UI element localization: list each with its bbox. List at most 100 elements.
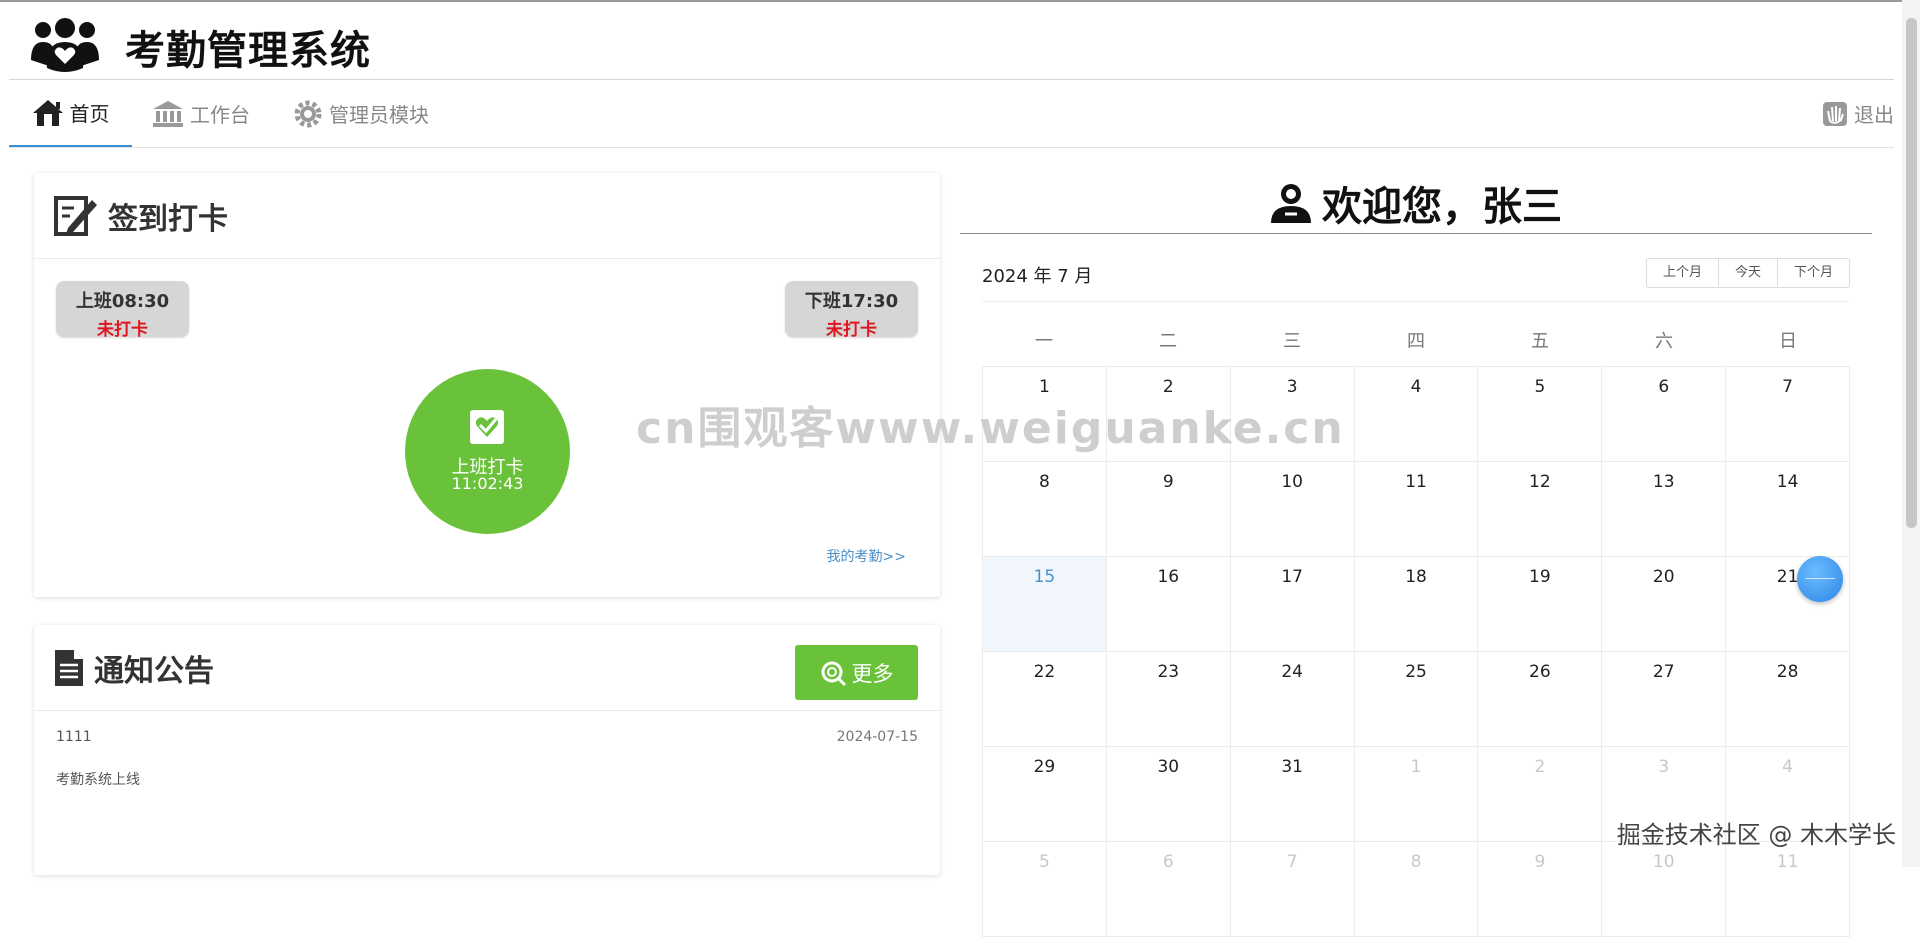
- calendar-day-cell[interactable]: 18: [1354, 557, 1479, 652]
- calendar-day-cell[interactable]: 28: [1726, 652, 1851, 747]
- calendar-title: 2024 年 7 月: [982, 266, 1093, 287]
- notice-title: 通知公告: [94, 653, 214, 689]
- checkbox-heart-icon: [470, 410, 504, 444]
- notice-item-date: 2024-07-15: [836, 729, 918, 745]
- off-duty-badge: 下班17:30 未打卡: [785, 281, 918, 340]
- calendar-day-cell[interactable]: 7: [1726, 367, 1851, 462]
- calendar-day-cell[interactable]: 8: [983, 462, 1107, 557]
- today-button[interactable]: 今天: [1719, 259, 1778, 287]
- welcome-text: 欢迎您，张三: [1322, 183, 1562, 230]
- calendar-day-cell[interactable]: 17: [1230, 557, 1355, 652]
- calendar-day-cell[interactable]: 31: [1230, 747, 1355, 842]
- calendar-day-cell[interactable]: 16: [1106, 557, 1231, 652]
- calendar-day-cell[interactable]: 1: [1354, 747, 1479, 842]
- calendar-day-cell[interactable]: 12: [1478, 462, 1603, 557]
- checkin-card: 签到打卡 上班08:30 未打卡 下班17:30 未打卡 上班打卡 11:02:…: [34, 173, 940, 597]
- weekday-header: 一二三四五六日: [982, 318, 1850, 366]
- weekday-label: 四: [1407, 331, 1425, 352]
- calendar-day-cell[interactable]: 1: [983, 367, 1107, 462]
- calendar-day-cell[interactable]: 4: [1354, 367, 1479, 462]
- my-attendance-link[interactable]: 我的考勤>>: [827, 546, 906, 566]
- nav-tab-workbench[interactable]: 工作台: [152, 80, 250, 147]
- checkin-card-header: 签到打卡: [34, 173, 940, 259]
- scrollbar-thumb[interactable]: [1906, 18, 1917, 528]
- punch-clock: 11:02:43: [451, 474, 524, 493]
- more-label: 更多: [851, 661, 894, 686]
- calendar-day-cell[interactable]: 27: [1602, 652, 1727, 747]
- weekday-label: 五: [1531, 331, 1549, 352]
- weekday-label: 一: [1035, 331, 1053, 352]
- notice-card: 通知公告 更多 1111 2024-07-15 考勤系统上线: [34, 625, 940, 875]
- checkin-title: 签到打卡: [108, 201, 228, 237]
- calendar-day-cell[interactable]: 15: [983, 557, 1107, 652]
- gear-icon: [294, 100, 322, 127]
- on-duty-time: 上班08:30: [75, 291, 170, 312]
- calendar-day-cell[interactable]: 22: [983, 652, 1107, 747]
- calendar-day-cell[interactable]: 30: [1106, 747, 1231, 842]
- off-duty-time: 下班17:30: [804, 291, 899, 312]
- nav-tab-admin[interactable]: 管理员模块: [293, 80, 429, 147]
- calendar-day-cell[interactable]: 11: [1354, 462, 1479, 557]
- calendar-day-cell[interactable]: 26: [1478, 652, 1603, 747]
- calendar-day-cell[interactable]: 29: [983, 747, 1107, 842]
- nav-tab-home[interactable]: 首页: [9, 80, 132, 147]
- calendar-day-cell[interactable]: 4: [1726, 747, 1851, 842]
- welcome-banner: 欢迎您，张三: [960, 172, 1872, 234]
- calendar-day-cell[interactable]: 9: [1106, 462, 1231, 557]
- calendar-grid: 一二三四五六日 1 2 3 4 5 6 7 8 9 10 11 12 13 14 15 16 17 18 19 20 2…: [982, 318, 1851, 937]
- calendar-day-cell[interactable]: 3: [1230, 367, 1355, 462]
- logout-button[interactable]: 退出: [1822, 80, 1894, 147]
- calendar-day-cell[interactable]: 13: [1602, 462, 1727, 557]
- calendar-day-cell[interactable]: 5: [1478, 367, 1603, 462]
- calendar-day-cell[interactable]: 19: [1478, 557, 1603, 652]
- calendar-weeks: 1 2 3 4 5 6 7 8 9 10 11 12 13 14 15 16 17 18 19 20 21 22 23 24 2…: [982, 366, 1851, 937]
- floating-assistant-button[interactable]: [1797, 556, 1843, 602]
- calendar-day-cell[interactable]: 2: [1478, 747, 1603, 842]
- weekday-label: 日: [1779, 331, 1797, 352]
- notice-item-title[interactable]: 1111: [56, 729, 92, 745]
- nav-tab-workbench-label: 工作台: [190, 103, 250, 127]
- app-title: 考勤管理系统: [125, 28, 371, 74]
- prev-month-button[interactable]: 上个月: [1647, 259, 1719, 287]
- calendar-day-cell[interactable]: 10: [1602, 842, 1727, 937]
- page-scrollbar[interactable]: [1902, 0, 1920, 867]
- calendar-week-row: 29 30 31 1 2 3 4: [983, 747, 1851, 842]
- calendar-day-cell[interactable]: 24: [1230, 652, 1355, 747]
- home-icon: [32, 99, 63, 126]
- notice-item-content: 考勤系统上线: [56, 772, 140, 788]
- users-heart-logo-icon: [31, 18, 99, 72]
- calendar-day-cell[interactable]: 3: [1602, 747, 1727, 842]
- calendar-day-cell[interactable]: 8: [1354, 842, 1479, 937]
- user-icon: [1271, 183, 1311, 223]
- calendar-week-row: 15 16 17 18 19 20 21: [983, 557, 1851, 652]
- nav-tab-home-label: 首页: [69, 102, 110, 126]
- calendar-day-cell[interactable]: 7: [1230, 842, 1355, 937]
- calendar-day-cell[interactable]: 25: [1354, 652, 1479, 747]
- calendar-day-cell[interactable]: 14: [1726, 462, 1851, 557]
- calendar-toolbar: 2024 年 7 月 上个月 今天 下个月: [982, 258, 1850, 302]
- next-month-button[interactable]: 下个月: [1778, 259, 1849, 287]
- on-duty-badge: 上班08:30 未打卡: [56, 281, 189, 340]
- app-header: 考勤管理系统: [9, 2, 1894, 80]
- calendar-day-cell[interactable]: 9: [1478, 842, 1603, 937]
- calendar-day-cell[interactable]: 6: [1106, 842, 1231, 937]
- more-notices-button[interactable]: 更多: [795, 645, 918, 700]
- logout-label: 退出: [1854, 103, 1894, 127]
- calendar-week-row: 5 6 7 8 9 10 11: [983, 842, 1851, 937]
- main-nav: 首页 工作台 管理员模块 退出: [9, 80, 1894, 148]
- calendar-day-cell[interactable]: 11: [1726, 842, 1851, 937]
- calendar-day-cell[interactable]: 2: [1106, 367, 1231, 462]
- document-icon: [55, 649, 83, 686]
- calendar-day-cell[interactable]: 20: [1602, 557, 1727, 652]
- calendar-week-row: 1234567: [983, 367, 1851, 462]
- hand-wave-icon: [1823, 101, 1847, 126]
- calendar-day-cell[interactable]: 5: [983, 842, 1107, 937]
- calendar-day-cell[interactable]: 23: [1106, 652, 1231, 747]
- bank-building-icon: [153, 100, 183, 127]
- punch-in-button[interactable]: 上班打卡 11:02:43: [405, 369, 570, 534]
- calendar-week-row: 22 23 24 25 26 27 28: [983, 652, 1851, 747]
- calendar-day-cell[interactable]: 6: [1602, 367, 1727, 462]
- calendar-day-cell[interactable]: 10: [1230, 462, 1355, 557]
- weekday-label: 三: [1283, 331, 1301, 352]
- search-icon: [821, 661, 846, 686]
